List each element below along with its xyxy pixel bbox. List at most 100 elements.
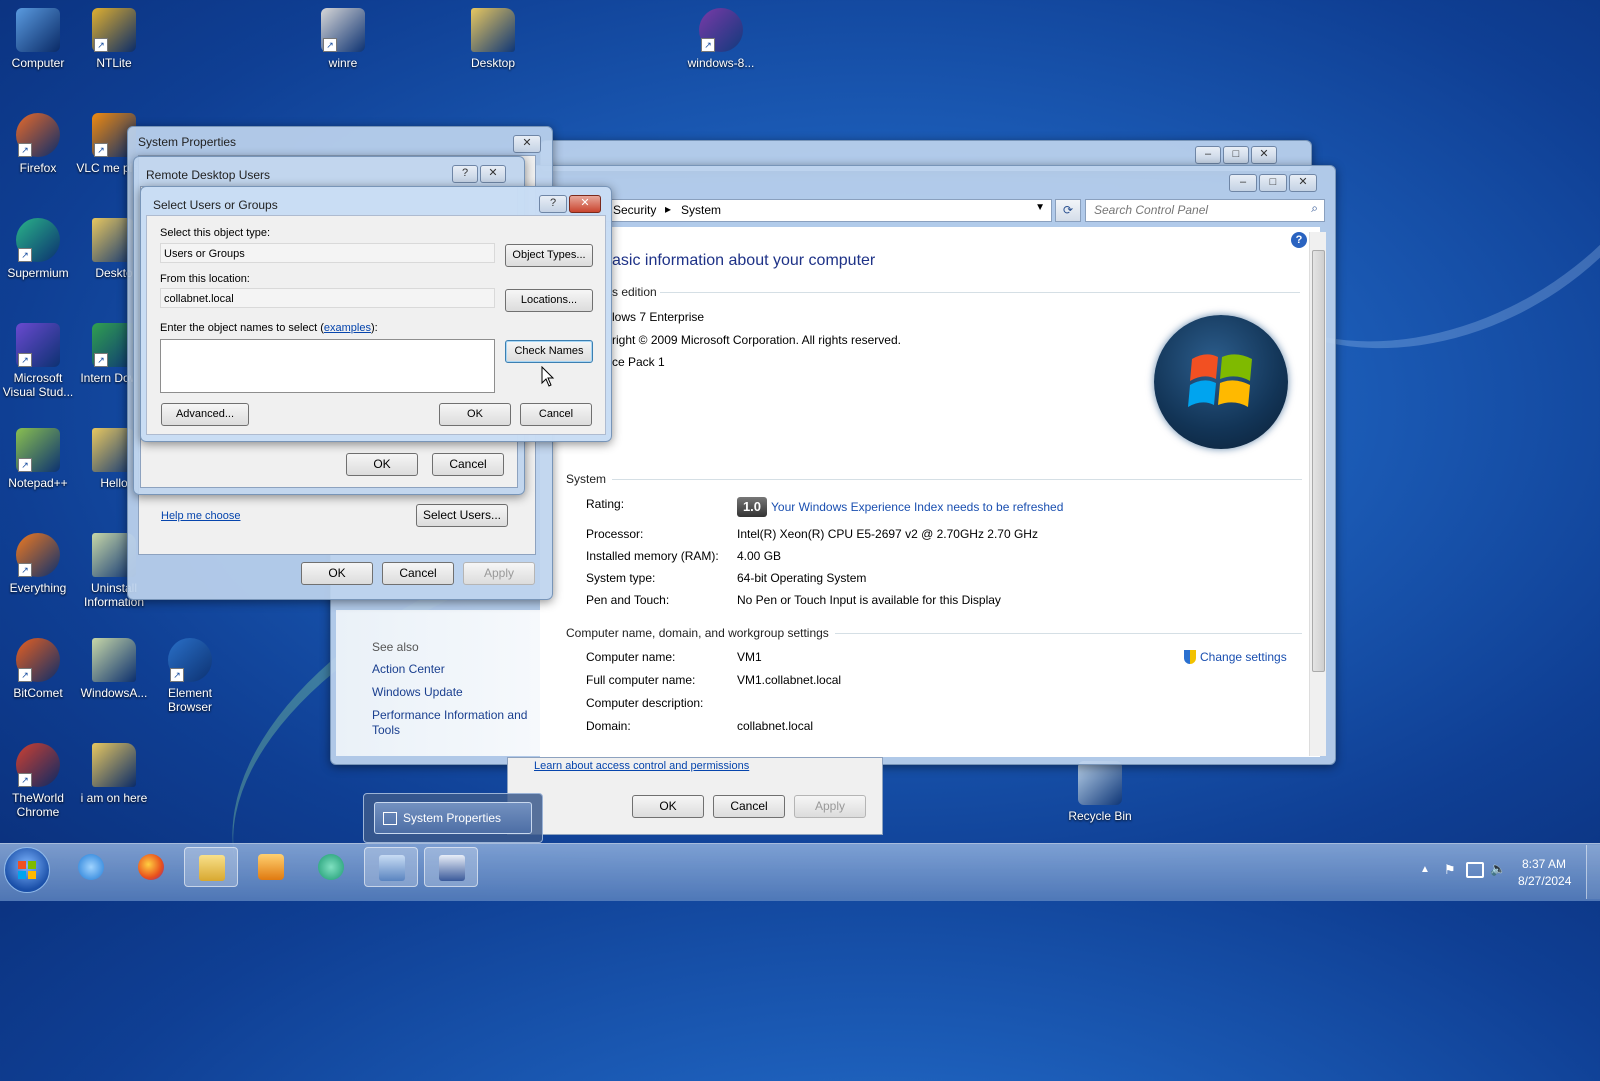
desktop-icon[interactable]: ↗ Everything [0,533,76,595]
desktop-icon[interactable]: ↗ Element Browser [152,638,228,714]
taskbar-thumbnail[interactable]: System Properties [363,793,543,843]
close-button[interactable]: ✕ [513,135,541,153]
cancel-button[interactable]: Cancel [382,562,454,585]
desktop-icon[interactable]: ↗ Microsoft Visual Stud... [0,323,76,399]
advanced-button[interactable]: Advanced... [161,403,249,426]
help-icon[interactable]: ? [1291,232,1307,248]
help-me-choose-link[interactable]: Help me choose [161,510,241,522]
learn-access-control-link[interactable]: Learn about access control and permissio… [534,760,749,772]
taskbar-control-panel[interactable] [364,847,418,887]
maximize-button[interactable]: □ [1259,174,1287,192]
taskbar-internet-explorer[interactable] [64,847,116,885]
desktop-icon-label: WindowsA... [80,686,148,700]
shortcut-arrow-icon: ↗ [170,668,184,682]
see-also-action-center[interactable]: Action Center [372,662,445,676]
thumbnail-item[interactable]: System Properties [374,802,532,834]
see-also-windows-update[interactable]: Windows Update [372,685,463,699]
cancel-button[interactable]: Cancel [520,403,592,426]
object-type-field: Users or Groups [160,243,495,263]
info-value: VM1 [737,650,762,664]
desktop-icon[interactable]: ↗ Notepad++ [0,428,76,490]
shortcut-arrow-icon: ↗ [94,353,108,367]
help-button[interactable]: ? [539,195,567,213]
check-names-button[interactable]: Check Names [505,340,593,363]
desktop-icon[interactable]: ↗ BitComet [0,638,76,700]
window-title: Remote Desktop Users [146,168,271,182]
desktop-icon[interactable]: ↗ windows-8... [683,8,759,70]
help-button[interactable]: ? [452,165,478,183]
desktop-icon[interactable]: ↗ TheWorld Chrome [0,743,76,819]
search-icon[interactable]: ⌕ [1311,201,1318,216]
breadcrumb-system[interactable]: System [681,203,721,217]
address-bar[interactable]: Security ▸ System ▼ [600,199,1052,222]
media-player-icon [258,854,284,880]
desktop-icon[interactable]: Recycle Bin [1062,761,1138,823]
service-pack: ce Pack 1 [612,355,665,369]
ok-button[interactable]: OK [632,795,704,818]
taskbar-supermium[interactable] [304,847,356,885]
locations-button[interactable]: Locations... [505,289,593,312]
object-names-textarea[interactable] [160,339,495,393]
taskbar-firefox[interactable] [124,847,176,885]
shortcut-arrow-icon: ↗ [323,38,337,52]
ok-button[interactable]: OK [301,562,373,585]
desktop-icon[interactable]: ↗ winre [305,8,381,70]
desktop-icon[interactable]: i am on here [76,743,152,805]
experience-index-link[interactable]: Your Windows Experience Index needs to b… [771,500,1063,514]
ok-button[interactable]: OK [346,453,418,476]
scrollbar[interactable] [1309,232,1326,756]
visual-studio-icon: ↗ [16,323,60,367]
volume-muted-icon[interactable]: 🔈 [1490,861,1506,877]
cancel-button[interactable]: Cancel [432,453,504,476]
select-users-button[interactable]: Select Users... [416,504,508,527]
tray-time[interactable]: 8:37 AM [1522,857,1566,871]
element-browser-icon: ↗ [168,638,212,682]
see-also-performance[interactable]: Performance Information and Tools [372,708,542,738]
desktop-icon[interactable]: Computer [0,8,76,70]
desktop-icon-label: Element Browser [167,686,213,714]
cancel-button[interactable]: Cancel [713,795,785,818]
apply-button[interactable]: Apply [794,795,866,818]
ok-button[interactable]: OK [439,403,511,426]
computer-section-title: Computer name, domain, and workgroup set… [566,626,829,640]
start-button[interactable] [4,847,50,893]
change-settings-link[interactable]: Change settings [1200,650,1287,664]
maximize-button[interactable]: □ [1223,146,1249,164]
edition-section-title: s edition [612,285,657,299]
taskbar-media-player[interactable] [244,847,296,885]
apply-button[interactable]: Apply [463,562,535,585]
refresh-button[interactable]: ⟳ [1055,199,1081,222]
shortcut-arrow-icon: ↗ [94,143,108,157]
search-input[interactable]: Search Control Panel [1094,203,1208,217]
search-box[interactable]: Search Control Panel ⌕ [1085,199,1325,222]
close-button[interactable]: ✕ [569,195,601,213]
desktop-icon[interactable]: Desktop [455,8,531,70]
object-names-label-text: Enter the object names to select ( [160,322,324,334]
chevron-down-icon[interactable]: ▼ [1035,202,1045,213]
taskbar-explorer[interactable] [184,847,238,887]
close-button[interactable]: ✕ [1289,174,1317,192]
minimize-button[interactable]: – [1229,174,1257,192]
desktop-icon[interactable]: WindowsA... [76,638,152,700]
firefox-file-icon: ↗ [699,8,743,52]
breadcrumb-security[interactable]: Security [613,203,656,217]
show-desktop-button[interactable] [1586,845,1600,899]
action-center-flag-icon[interactable]: ⚑ [1444,862,1456,878]
rating-badge: 1.0 [737,497,767,517]
minimize-button[interactable]: – [1195,146,1221,164]
tray-expand-icon[interactable]: ▲ [1420,864,1430,875]
desktop-icon-label: Desktop [470,56,516,70]
mouse-cursor-icon [541,366,555,387]
desktop-icon[interactable]: ↗ NTLite [76,8,152,70]
close-button[interactable]: ✕ [1251,146,1277,164]
object-types-button[interactable]: Object Types... [505,244,593,267]
desktop-icon[interactable]: ↗ Firefox [0,113,76,175]
network-icon[interactable] [1466,862,1484,878]
examples-link[interactable]: examples [324,322,371,334]
taskbar-system-properties[interactable] [424,847,478,887]
scrollbar-thumb[interactable] [1312,250,1325,672]
tray-date[interactable]: 8/27/2024 [1518,874,1571,888]
divider [660,292,1300,293]
desktop-icon[interactable]: ↗ Supermium [0,218,76,280]
close-button[interactable]: ✕ [480,165,506,183]
